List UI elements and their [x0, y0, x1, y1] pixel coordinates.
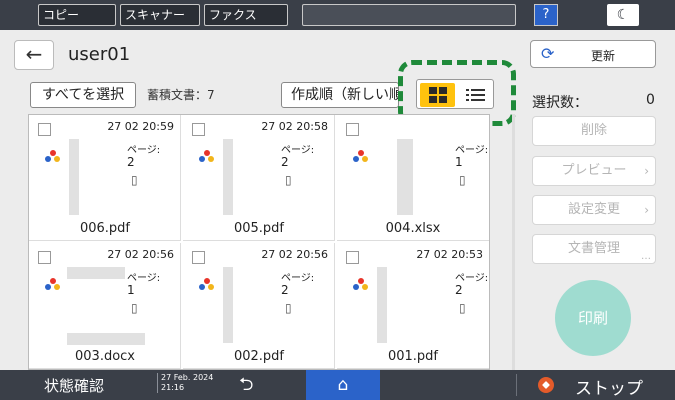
- doc-thumbnail: [397, 139, 413, 215]
- select-checkbox[interactable]: [192, 123, 205, 136]
- file-name: 005.pdf: [233, 221, 285, 236]
- color-icon: [45, 150, 61, 164]
- status-check-button[interactable]: 状態確認: [44, 375, 104, 396]
- document-card-001[interactable]: 27 02 20:53 ページ: 2 ▯ 001.pdf: [337, 243, 489, 369]
- select-checkbox[interactable]: [346, 251, 359, 264]
- top-bar: コピー スキャナー ファクス ? ☾: [0, 0, 675, 30]
- color-icon: [45, 278, 61, 292]
- page-count-label: ページ:: [455, 273, 489, 284]
- print-button[interactable]: 印刷: [555, 280, 631, 356]
- page-count-value: 2: [127, 155, 135, 169]
- home-button[interactable]: ⌂: [306, 370, 380, 400]
- more-icon: …: [641, 251, 651, 262]
- page-count-value: 2: [281, 283, 289, 297]
- select-all-button[interactable]: すべてを選択: [30, 82, 136, 108]
- refresh-icon: ⟳: [541, 44, 555, 63]
- tab-fax[interactable]: ファクス: [204, 4, 288, 26]
- page-count-value: 1: [455, 155, 463, 169]
- change-settings-button[interactable]: 設定変更 ›: [532, 195, 656, 225]
- doc-thumbnail-bottom: [67, 333, 145, 345]
- file-name: 004.xlsx: [385, 221, 441, 236]
- tab-scanner[interactable]: スキャナー: [120, 4, 200, 26]
- date-time: 27 Feb. 2024 21:16: [157, 373, 213, 393]
- page-count-label: ページ:: [455, 145, 489, 156]
- doc-thumbnail: [223, 267, 233, 343]
- file-name: 002.pdf: [233, 349, 285, 364]
- doc-thumbnail-top: [67, 267, 125, 279]
- stored-doc-icon: ▯: [459, 301, 466, 315]
- stored-doc-icon: ▯: [131, 173, 138, 187]
- preview-button[interactable]: プレビュー ›: [532, 156, 656, 186]
- document-card-004[interactable]: ページ: 1 ▯ 004.xlsx: [337, 115, 489, 241]
- file-name: 006.pdf: [79, 221, 131, 236]
- back-button[interactable]: ←: [14, 40, 54, 70]
- stop-button[interactable]: ストップ: [575, 374, 643, 399]
- stored-doc-icon: ▯: [285, 173, 292, 187]
- doc-thumbnail: [377, 267, 387, 343]
- tab-copy[interactable]: コピー: [38, 4, 116, 26]
- document-management-label: 文書管理: [567, 241, 620, 256]
- file-name: 003.docx: [75, 349, 135, 364]
- home-icon: ⌂: [337, 375, 349, 395]
- stored-doc-icon: ▯: [285, 301, 292, 315]
- divider: [516, 374, 517, 396]
- select-checkbox[interactable]: [192, 251, 205, 264]
- stored-docs-count: 蓄積文書：7: [147, 88, 215, 102]
- color-icon: [353, 278, 369, 292]
- page-count-label: ページ:: [281, 273, 315, 284]
- doc-thumbnail: [69, 139, 79, 215]
- stop-icon[interactable]: [538, 377, 554, 393]
- page-count-value: 2: [281, 155, 289, 169]
- page-count-label: ページ:: [281, 145, 315, 156]
- selected-count-value: 0: [646, 92, 655, 108]
- file-name: 001.pdf: [387, 349, 439, 364]
- stored-doc-icon: ▯: [131, 301, 138, 315]
- sort-order-dropdown[interactable]: 作成順（新しい順）: [281, 82, 399, 108]
- color-icon: [353, 150, 369, 164]
- doc-date: 27 02 20:56: [261, 248, 328, 261]
- page-count-label: ページ:: [127, 145, 161, 156]
- app-slot[interactable]: [302, 4, 516, 26]
- select-checkbox[interactable]: [38, 123, 51, 136]
- undo-icon[interactable]: ⮌: [239, 372, 253, 400]
- time-line: 21:16: [161, 383, 185, 392]
- doc-thumbnail: [223, 139, 233, 215]
- doc-date: 27 02 20:58: [261, 120, 328, 133]
- document-card-003[interactable]: 27 02 20:56 ページ: 1 ▯ 003.docx: [29, 243, 181, 369]
- refresh-button[interactable]: ⟳ 更新: [530, 40, 656, 68]
- color-icon: [199, 278, 215, 292]
- refresh-label: 更新: [591, 49, 616, 63]
- page-count-value: 1: [127, 283, 135, 297]
- doc-date: 27 02 20:59: [107, 120, 174, 133]
- document-card-005[interactable]: 27 02 20:58 ページ: 2 ▯ 005.pdf: [183, 115, 335, 241]
- change-settings-label: 設定変更: [567, 202, 620, 217]
- document-grid: 27 02 20:59 ページ: 2 ▯ 006.pdf 27 02 20:58…: [28, 114, 490, 370]
- selected-count-label: 選択数：: [532, 95, 588, 111]
- user-name: user01: [68, 44, 131, 65]
- preview-label: プレビュー: [561, 163, 627, 178]
- grid-scrollbar[interactable]: [512, 114, 515, 370]
- select-checkbox[interactable]: [346, 123, 359, 136]
- chevron-right-icon: ›: [644, 203, 649, 217]
- color-icon: [199, 150, 215, 164]
- page-count-value: 2: [455, 283, 463, 297]
- page-count-label: ページ:: [127, 273, 161, 284]
- help-button[interactable]: ?: [534, 4, 558, 26]
- document-card-002[interactable]: 27 02 20:56 ページ: 2 ▯ 002.pdf: [183, 243, 335, 369]
- stored-doc-icon: ▯: [459, 173, 466, 187]
- document-card-006[interactable]: 27 02 20:59 ページ: 2 ▯ 006.pdf: [29, 115, 181, 241]
- delete-button[interactable]: 削除: [532, 116, 656, 146]
- date-line: 27 Feb. 2024: [161, 373, 214, 382]
- night-mode-button[interactable]: ☾: [607, 4, 639, 26]
- select-checkbox[interactable]: [38, 251, 51, 264]
- chevron-right-icon: ›: [644, 164, 649, 178]
- doc-date: 27 02 20:56: [107, 248, 174, 261]
- doc-date: 27 02 20:53: [416, 248, 483, 261]
- document-management-button[interactable]: 文書管理 …: [532, 234, 656, 264]
- delete-label: 削除: [580, 123, 607, 138]
